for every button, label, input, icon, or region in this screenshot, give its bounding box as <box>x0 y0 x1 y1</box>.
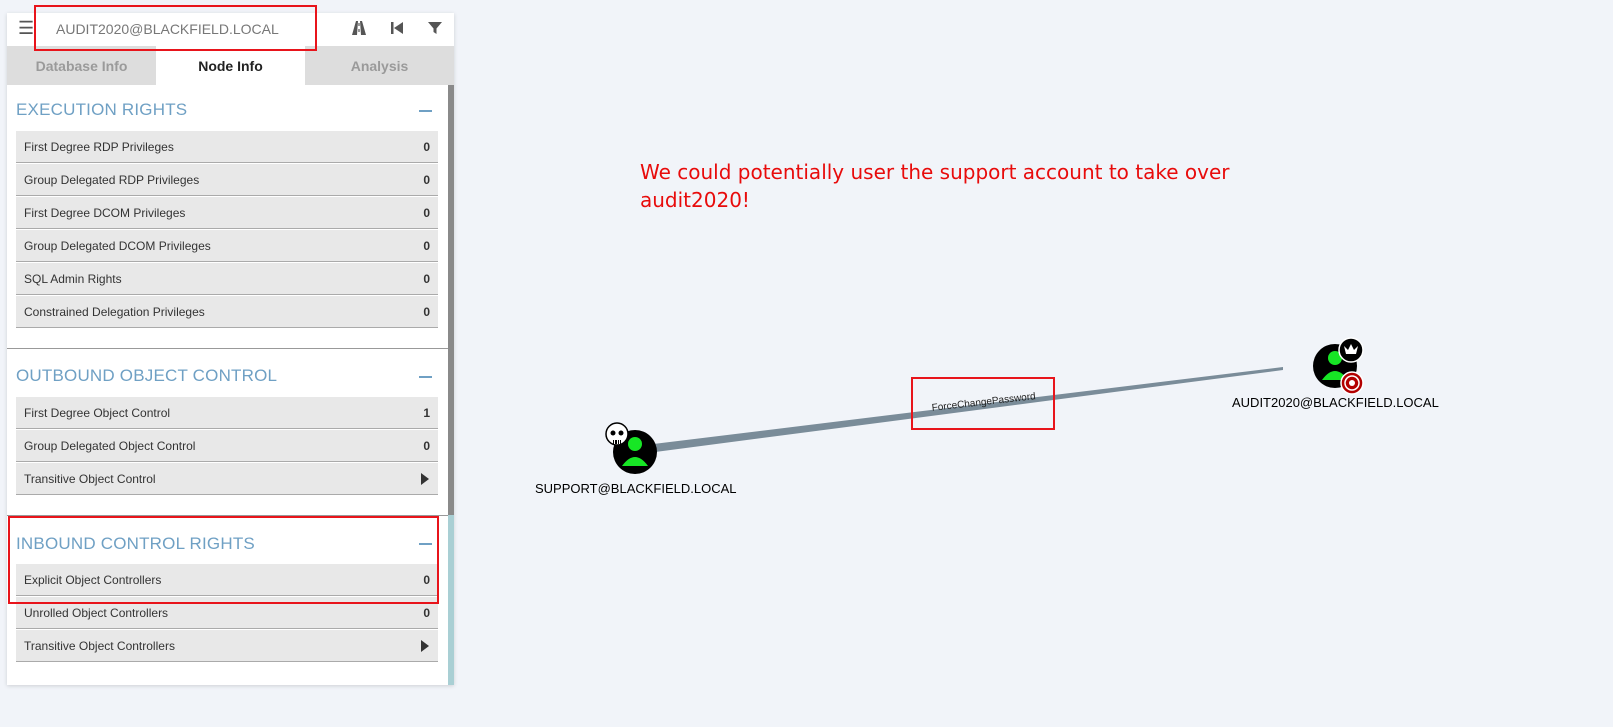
skull-icon <box>605 422 629 446</box>
node-audit2020[interactable] <box>1313 337 1364 395</box>
target-icon <box>1340 371 1364 395</box>
edge-label: ForceChangePassword <box>931 391 1036 414</box>
graph-canvas[interactable]: ForceChangePassword <box>0 0 1613 727</box>
node-label-support: SUPPORT@BLACKFIELD.LOCAL <box>535 481 737 496</box>
node-label-audit2020: AUDIT2020@BLACKFIELD.LOCAL <box>1232 395 1439 410</box>
node-support[interactable] <box>605 422 657 474</box>
annotation-text: We could potentially user the support ac… <box>640 160 1230 212</box>
crown-icon <box>1338 337 1364 363</box>
